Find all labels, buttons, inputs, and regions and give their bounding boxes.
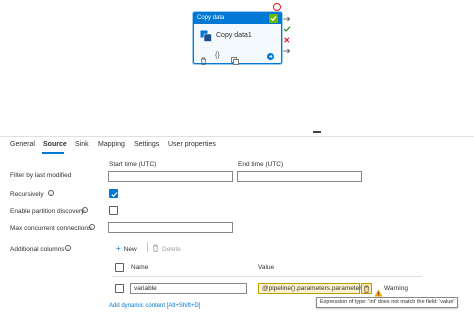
go-arrow-icon[interactable] [267,53,274,60]
end-time-label: End time (UTC) [238,161,284,168]
activity-name: Copy data1 [216,32,252,39]
info-icon: i [65,245,71,251]
copy-data-icon [200,29,212,47]
recursively-label: Recursively [10,191,44,198]
filter-label: Filter by last modified [10,172,72,179]
info-icon: i [82,207,88,213]
tab-source[interactable]: Source [43,141,67,148]
tab-user-properties[interactable]: User properties [168,141,216,148]
plus-icon: + [116,244,121,253]
start-time-label: Start time (UTC) [109,161,157,168]
add-dynamic-content-link[interactable]: Add dynamic content [Alt+Shift+D] [109,303,200,309]
trash-icon[interactable] [200,52,207,70]
name-column-header: Name [131,264,149,271]
completion-arrow-icon[interactable] [283,26,291,32]
properties-tabs: General Source Sink Mapping Settings Use… [0,136,474,154]
delete-icon [152,244,159,254]
select-all-checkbox[interactable] [115,263,124,272]
column-value-dynamic-input[interactable]: @pipeline().parameters.parameter [258,283,361,294]
input-handle[interactable] [273,3,281,11]
partition-discovery-checkbox[interactable] [109,206,118,215]
warning-label: Warning [384,285,408,292]
activity-type-label: Copy data [197,15,225,21]
value-column-header: Value [258,264,275,271]
new-button[interactable]: + New [116,244,137,253]
max-connections-label: Max concurrent connections [10,225,92,232]
copy-icon[interactable] [231,52,239,70]
fail-arrow-icon[interactable] [283,37,291,43]
skip-arrow-icon[interactable] [283,48,291,54]
validation-tooltip: Expression of type: 'int' does not match… [316,297,458,308]
activity-header: Copy data [194,13,281,24]
row-checkbox[interactable] [115,284,124,293]
recursively-checkbox[interactable] [109,189,118,198]
new-button-label: New [123,246,137,253]
panel-resize-handle[interactable] [313,131,321,133]
info-icon: i [48,190,54,196]
copy-data-activity[interactable]: Copy data Copy data1 {} [193,12,282,65]
braces-icon[interactable]: {} [215,52,220,60]
activity-toolbar: {} [194,51,281,65]
active-tab-indicator [42,152,64,154]
tab-settings[interactable]: Settings [134,141,159,148]
command-separator [147,242,148,252]
tab-mapping[interactable]: Mapping [98,141,125,148]
tab-sink[interactable]: Sink [75,141,89,148]
clear-dynamic-content-button[interactable] [361,283,372,294]
start-time-input[interactable] [108,171,233,182]
success-arrow-icon[interactable] [283,16,291,22]
check-icon [269,14,278,23]
delete-button-label: Delete [162,246,181,253]
pipeline-editor: Copy data Copy data1 {} General Source S… [0,0,474,318]
info-icon: i [89,224,95,230]
column-name-input[interactable]: variable [130,283,247,294]
header-divider [112,276,422,277]
trash-icon [364,285,369,293]
partition-discovery-label: Enable partition discovery [10,208,85,215]
tab-general[interactable]: General [10,141,35,148]
max-connections-input[interactable] [108,222,233,233]
additional-columns-label: Additional columns [10,246,65,253]
delete-button[interactable]: Delete [152,244,181,254]
end-time-input[interactable] [237,171,362,182]
activity-body: Copy data1 [194,24,281,46]
